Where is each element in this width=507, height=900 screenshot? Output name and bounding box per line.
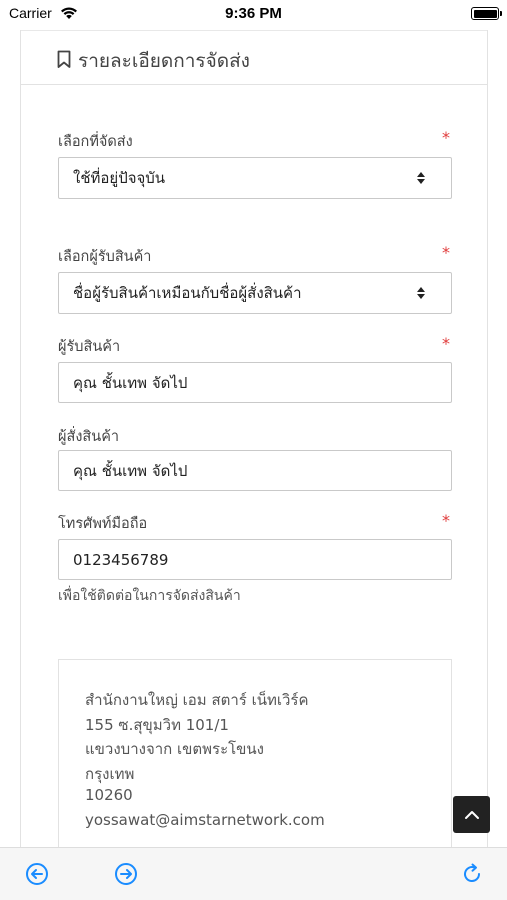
address-line: แขวงบางจาก เขตพระโขนง — [85, 740, 265, 758]
arrow-right-circle-icon — [115, 863, 137, 885]
shipping-select-value: ใช้ที่อยู่ปัจจุบัน — [73, 169, 166, 187]
address-line: สำนักงานใหญ่ เอม สตาร์ เน็ทเวิร์ค — [85, 691, 309, 709]
select-arrows-icon — [416, 286, 426, 304]
arrow-left-circle-icon — [26, 863, 48, 885]
phone-value: 0123456789 — [73, 550, 169, 569]
recipient-name-label: ผู้รับสินค้า — [58, 339, 121, 355]
recipient-select-value: ชื่อผู้รับสินค้าเหมือนกับชื่อผู้สั่งสินค… — [73, 284, 302, 302]
required-marker: * — [442, 128, 450, 147]
phone-label: โทรศัพท์มือถือ — [58, 516, 148, 532]
phone-help-text: เพื่อใช้ติดต่อในการจัดส่งสินค้า — [58, 588, 241, 604]
shipping-select-label: เลือกที่จัดส่ง — [58, 134, 133, 150]
recipient-name-input[interactable]: คุณ ชั้นเทพ จัดไป — [58, 362, 452, 403]
reload-icon — [464, 863, 481, 883]
select-arrows-icon — [416, 171, 426, 189]
company-address-box: สำนักงานใหญ่ เอม สตาร์ เน็ทเวิร์ค 155 ซ.… — [58, 659, 452, 848]
address-line: 10260 — [85, 786, 133, 804]
address-line: กรุงเทพ — [85, 765, 135, 783]
clock: 9:36 PM — [225, 5, 282, 22]
forward-button[interactable] — [114, 862, 138, 886]
section-title: รายละเอียดการจัดส่ง — [78, 50, 250, 72]
chevron-up-icon — [464, 810, 479, 819]
recipient-select-label: เลือกผู้รับสินค้า — [58, 249, 152, 265]
card-header: รายละเอียดการจัดส่ง — [21, 30, 487, 85]
orderer-name-label: ผู้สั่งสินค้า — [58, 429, 120, 445]
email-link[interactable]: yossawat@aimstarnetwork.com — [85, 811, 325, 829]
reload-button[interactable] — [460, 862, 484, 886]
recipient-name-value: คุณ ชั้นเทพ จัดไป — [73, 373, 188, 392]
delivery-details-card: รายละเอียดการจัดส่ง เลือกที่จัดส่ง * ใช้… — [20, 30, 488, 848]
required-marker: * — [442, 243, 450, 262]
bookmark-icon — [57, 50, 71, 73]
orderer-name-value: คุณ ชั้นเทพ จัดไป — [73, 461, 188, 480]
address-line: 155 ซ.สุขุมวิท 101/1 — [85, 716, 229, 734]
status-bar: Carrier 9:36 PM — [0, 0, 507, 28]
scroll-to-top-button[interactable] — [453, 796, 490, 833]
browser-toolbar — [0, 847, 507, 900]
required-marker: * — [442, 511, 450, 530]
recipient-select[interactable]: ชื่อผู้รับสินค้าเหมือนกับชื่อผู้สั่งสินค… — [58, 272, 452, 314]
back-button[interactable] — [25, 862, 49, 886]
shipping-select[interactable]: ใช้ที่อยู่ปัจจุบัน — [58, 157, 452, 199]
phone-input[interactable]: 0123456789 — [58, 539, 452, 580]
battery-icon — [471, 7, 502, 20]
orderer-name-input[interactable]: คุณ ชั้นเทพ จัดไป — [58, 450, 452, 491]
required-marker: * — [442, 334, 450, 353]
